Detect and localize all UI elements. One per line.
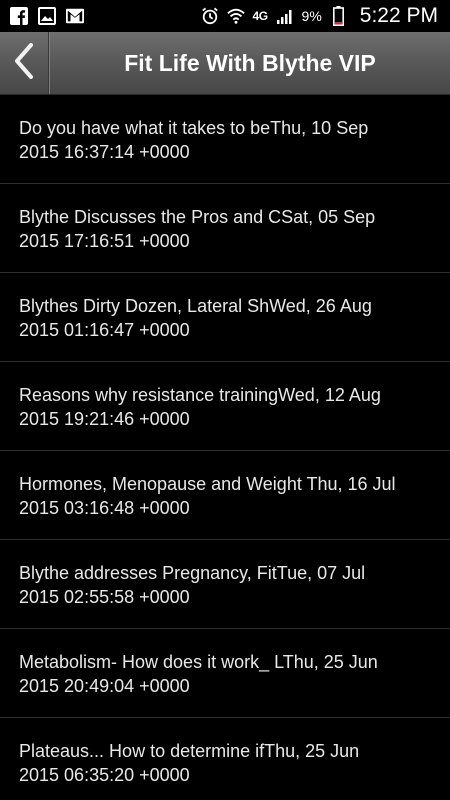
list-item-title: Do you have what it takes to beThu, 10 S… (19, 118, 369, 138)
feed-list[interactable]: Do you have what it takes to beThu, 10 S… (0, 95, 450, 800)
header-divider (48, 32, 49, 94)
list-item[interactable]: Plateaus... How to determine ifThu, 25 J… (0, 718, 450, 800)
list-item-date: 2015 03:16:48 +0000 (19, 498, 190, 518)
battery-percent: 9% (301, 8, 322, 24)
list-item-date: 2015 16:37:14 +0000 (19, 142, 190, 162)
network-type-label: 4G (252, 9, 269, 23)
status-bar: 4G 9% 5:22 PM (0, 0, 450, 32)
list-item-date: 2015 01:16:47 +0000 (19, 320, 190, 340)
wifi-icon (226, 7, 245, 25)
list-item-title: Reasons why resistance trainingWed, 12 A… (19, 385, 381, 405)
facebook-icon (10, 7, 28, 25)
list-item-date: 2015 02:55:58 +0000 (19, 587, 190, 607)
list-item[interactable]: Hormones, Menopause and Weight Thu, 16 J… (0, 451, 450, 540)
clock: 5:22 PM (359, 4, 438, 27)
list-item[interactable]: Blythes Dirty Dozen, Lateral ShWed, 26 A… (0, 273, 450, 362)
list-item-title: Plateaus... How to determine ifThu, 25 J… (19, 741, 360, 761)
page-title: Fit Life With Blythe VIP (124, 50, 376, 76)
list-item-title: Blythe addresses Pregnancy, FitTue, 07 J… (19, 563, 366, 583)
list-item[interactable]: Blythe addresses Pregnancy, FitTue, 07 J… (0, 540, 450, 629)
list-item-date: 2015 06:35:20 +0000 (19, 765, 190, 785)
back-button[interactable] (0, 32, 48, 94)
list-item-title: Hormones, Menopause and Weight Thu, 16 J… (19, 474, 396, 494)
list-item[interactable]: Metabolism- How does it work_ LThu, 25 J… (0, 629, 450, 718)
battery-icon (330, 6, 348, 26)
list-item[interactable]: Do you have what it takes to beThu, 10 S… (0, 95, 450, 184)
list-item-title: Blythe Discusses the Pros and CSat, 05 S… (19, 207, 376, 227)
signal-icon (276, 7, 294, 25)
gallery-icon (38, 7, 56, 25)
list-item-date: 2015 17:16:51 +0000 (19, 231, 190, 251)
app-screen: 4G 9% 5:22 PM Fit Life With Blythe VIP D… (0, 0, 450, 800)
list-item[interactable]: Blythe Discusses the Pros and CSat, 05 S… (0, 184, 450, 273)
gmail-icon (66, 7, 84, 25)
list-item-title: Blythes Dirty Dozen, Lateral ShWed, 26 A… (19, 296, 372, 316)
list-item[interactable]: Reasons why resistance trainingWed, 12 A… (0, 362, 450, 451)
list-item-date: 2015 20:49:04 +0000 (19, 676, 190, 696)
system-icons: 4G 9% 5:22 PM (201, 4, 438, 28)
chevron-left-icon (13, 42, 35, 84)
app-header: Fit Life With Blythe VIP (0, 32, 450, 95)
list-item-date: 2015 19:21:46 +0000 (19, 409, 190, 429)
notification-icons (10, 7, 84, 25)
list-item-title: Metabolism- How does it work_ LThu, 25 J… (19, 652, 378, 672)
alarm-icon (201, 7, 219, 25)
